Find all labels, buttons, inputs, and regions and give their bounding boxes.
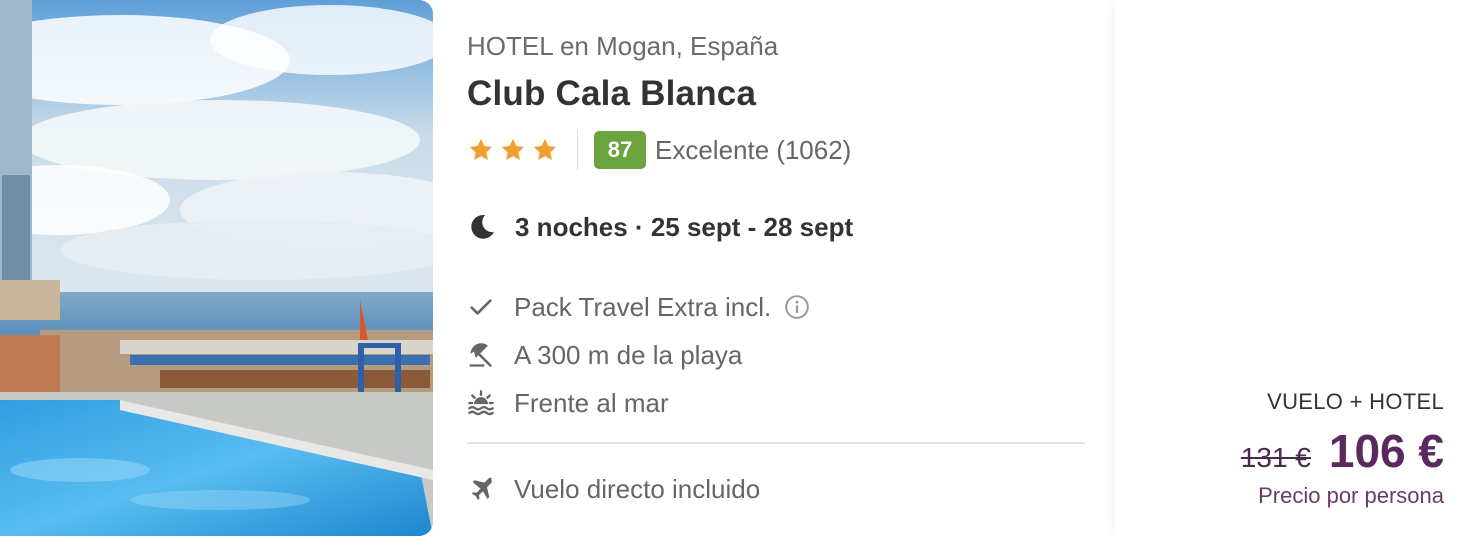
sea-sunset-icon — [468, 390, 494, 416]
feature-beach-distance: A 300 m de la playa — [467, 338, 742, 372]
review-score-badge: 87 — [594, 131, 646, 169]
package-type: VUELO + HOTEL — [1267, 389, 1444, 414]
hotel-name[interactable]: Club Cala Blanca — [467, 74, 756, 114]
feature-label: A 300 m de la playa — [514, 339, 743, 370]
price-row: 131 € 106 € — [1241, 424, 1444, 478]
feature-label: Pack Travel Extra incl. — [514, 291, 772, 322]
hotel-result-card[interactable]: HOTEL en Mogan, España Club Cala Blanca … — [0, 0, 1474, 536]
stay-dates-row: 3 noches · 25 sept - 28 sept — [467, 209, 853, 245]
original-price: 131 € — [1240, 442, 1311, 473]
price-per-person-note: Precio por persona — [1258, 483, 1444, 508]
hotel-photo[interactable] — [0, 0, 433, 536]
rating-row: 87 Excelente (1062) — [467, 130, 851, 170]
flight-label: Vuelo directo incluido — [514, 473, 761, 504]
star-icon — [469, 138, 493, 161]
plane-icon — [471, 477, 492, 500]
star-rating — [467, 136, 559, 164]
moon-icon — [471, 214, 494, 239]
review-score-label: Excelente — [655, 134, 770, 165]
hotel-photo-image — [0, 0, 433, 536]
hotel-location: HOTEL en Mogan, España — [467, 31, 779, 61]
feature-label: Frente al mar — [514, 387, 669, 418]
check-icon — [470, 299, 492, 315]
feature-direct-flight: Vuelo directo incluido — [467, 472, 760, 506]
rating-divider — [577, 130, 578, 170]
stay-dates: 3 noches · 25 sept - 28 sept — [515, 211, 854, 242]
feature-sea-front: Frente al mar — [467, 386, 669, 420]
beach-umbrella-icon — [469, 343, 492, 367]
star-icon — [501, 138, 525, 161]
price-panel[interactable]: VUELO + HOTEL 131 € 106 € Precio por per… — [1115, 0, 1474, 536]
info-icon[interactable] — [784, 294, 810, 320]
star-icon — [533, 138, 557, 161]
hotel-info: HOTEL en Mogan, España Club Cala Blanca … — [467, 0, 1085, 536]
section-divider — [467, 442, 1085, 444]
current-price[interactable]: 106 € — [1329, 424, 1444, 478]
review-count[interactable]: (1062) — [776, 135, 851, 166]
feature-pack-travel: Pack Travel Extra incl. — [467, 290, 810, 324]
